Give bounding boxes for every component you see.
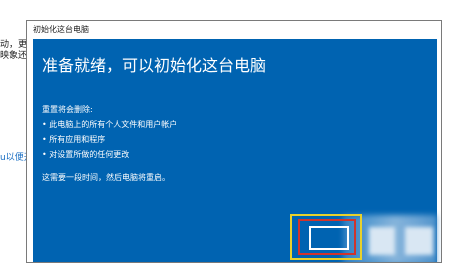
dialog-heading: 准备就绪，可以初始化这台电脑 bbox=[42, 56, 267, 75]
background-text-line-1: 动，更 bbox=[0, 40, 28, 50]
restart-note: 这需要一段时间，然后电脑将重启。 bbox=[42, 173, 170, 182]
blurred-block-2 bbox=[405, 227, 433, 255]
removal-item-personal-files: • 此电脑上的所有个人文件和用户帐户 bbox=[42, 120, 178, 129]
screen: 动，更 映象还 u以便开 初始化这台电脑 准备就绪，可以初始化这台电脑 重置将会… bbox=[0, 0, 450, 263]
reset-button[interactable] bbox=[309, 226, 349, 250]
dialog-titlebar[interactable]: 初始化这台电脑 bbox=[27, 21, 441, 38]
reset-pc-dialog: 初始化这台电脑 准备就绪，可以初始化这台电脑 重置将会删除: • 此电脑上的所有… bbox=[26, 20, 442, 263]
removal-item-apps: • 所有应用和程序 bbox=[42, 135, 106, 144]
removal-item-settings: • 对设置所做的任何更改 bbox=[42, 150, 130, 159]
removal-intro-text: 重置将会删除: bbox=[42, 105, 93, 114]
blurred-block-1 bbox=[369, 227, 395, 255]
dialog-content-panel: 准备就绪，可以初始化这台电脑 重置将会删除: • 此电脑上的所有个人文件和用户帐… bbox=[33, 39, 437, 262]
dialog-title: 初始化这台电脑 bbox=[33, 25, 89, 34]
background-text-line-2: 映象还 bbox=[0, 51, 28, 61]
